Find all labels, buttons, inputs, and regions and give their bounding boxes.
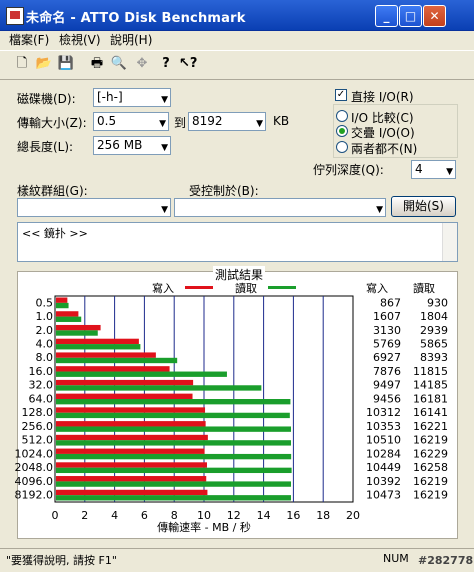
category-label: 32.0: [29, 379, 54, 392]
read-bar: [56, 495, 292, 501]
write-value: 10284: [366, 447, 401, 460]
read-bar: [56, 467, 292, 474]
read-value: 16258: [413, 461, 448, 474]
write-bar: [56, 379, 194, 386]
read-value: 11815: [413, 365, 448, 378]
read-value: 8393: [420, 351, 448, 364]
write-value: 10353: [366, 420, 401, 433]
read-bar: [56, 302, 69, 309]
read-bar: [56, 440, 292, 446]
write-value: 1607: [373, 310, 401, 323]
write-value: 10312: [366, 406, 401, 419]
read-bar: [56, 385, 262, 391]
write-bar: [56, 489, 208, 496]
num-lock-indicator: NUM: [383, 552, 409, 565]
category-label: 4.0: [36, 338, 54, 351]
x-tick-label: 16: [286, 509, 300, 522]
write-bar: [56, 366, 170, 372]
category-label: 128.0: [22, 406, 54, 419]
x-tick-label: 4: [111, 509, 118, 522]
write-value: 10473: [366, 489, 401, 502]
read-bar: [56, 412, 290, 419]
category-label: 2048.0: [15, 461, 54, 474]
write-bar: [56, 421, 206, 427]
read-bar: [56, 316, 82, 322]
read-bar: [56, 330, 98, 336]
write-value: 10449: [366, 461, 401, 474]
write-value: 3130: [373, 324, 401, 337]
write-value: 10392: [366, 475, 401, 488]
read-value: 1804: [420, 310, 448, 323]
read-value: 5865: [420, 338, 448, 351]
write-bar: [56, 352, 156, 358]
write-bar: [56, 297, 68, 303]
write-bar: [56, 434, 208, 441]
write-value: 10510: [366, 434, 401, 447]
x-axis-label: 傳輸速率 - MB / 秒: [157, 520, 251, 534]
x-tick-label: 2: [81, 509, 88, 522]
category-label: 64.0: [29, 392, 54, 405]
write-value: 6927: [373, 351, 401, 364]
category-label: 4096.0: [15, 475, 54, 488]
read-value: 2939: [420, 324, 448, 337]
category-label: 256.0: [22, 420, 54, 433]
x-tick-label: 6: [141, 509, 148, 522]
watermark-tag: #282778: [418, 554, 474, 567]
write-bar: [56, 311, 79, 317]
read-value: 16141: [413, 406, 448, 419]
read-bar: [56, 371, 227, 377]
write-value: 9456: [373, 392, 401, 405]
read-bar: [56, 399, 291, 405]
status-text: "要獲得說明, 請按 F1": [6, 554, 117, 567]
read-bar: [56, 344, 141, 350]
category-label: 2.0: [36, 324, 54, 337]
read-value: 16221: [413, 420, 448, 433]
write-bar: [56, 393, 193, 399]
write-bar: [56, 462, 207, 468]
x-tick-label: 14: [257, 509, 271, 522]
category-label: 0.5: [36, 296, 54, 309]
write-value: 867: [380, 296, 401, 309]
read-value: 16219: [413, 434, 448, 447]
category-label: 8192.0: [15, 489, 54, 502]
category-label: 16.0: [29, 365, 54, 378]
read-value: 16181: [413, 392, 448, 405]
x-tick-label: 18: [316, 509, 330, 522]
write-bar: [56, 338, 139, 345]
read-value: 930: [427, 296, 448, 309]
write-bar: [56, 448, 205, 454]
write-value: 9497: [373, 379, 401, 392]
read-value: 16219: [413, 489, 448, 502]
category-label: 8.0: [36, 351, 54, 364]
read-value: 16229: [413, 447, 448, 460]
category-label: 512.0: [22, 434, 54, 447]
write-bar: [56, 476, 207, 482]
read-bar: [56, 481, 292, 487]
write-value: 7876: [373, 365, 401, 378]
read-bar: [56, 357, 178, 364]
read-bar: [56, 426, 292, 432]
category-label: 1.0: [36, 310, 54, 323]
benchmark-chart: 0 2 4 6 8 10 12 14 16 18 20傳輸速率 - MB / 秒0.5 867 9301…: [15, 295, 448, 534]
x-tick-label: 0: [52, 509, 59, 522]
write-bar: [56, 407, 206, 413]
write-value: 5769: [373, 338, 401, 351]
write-bar: [56, 324, 101, 331]
x-tick-label: 20: [346, 509, 360, 522]
category-label: 1024.0: [15, 447, 54, 460]
read-value: 14185: [413, 379, 448, 392]
read-bar: [56, 453, 292, 460]
read-value: 16219: [413, 475, 448, 488]
